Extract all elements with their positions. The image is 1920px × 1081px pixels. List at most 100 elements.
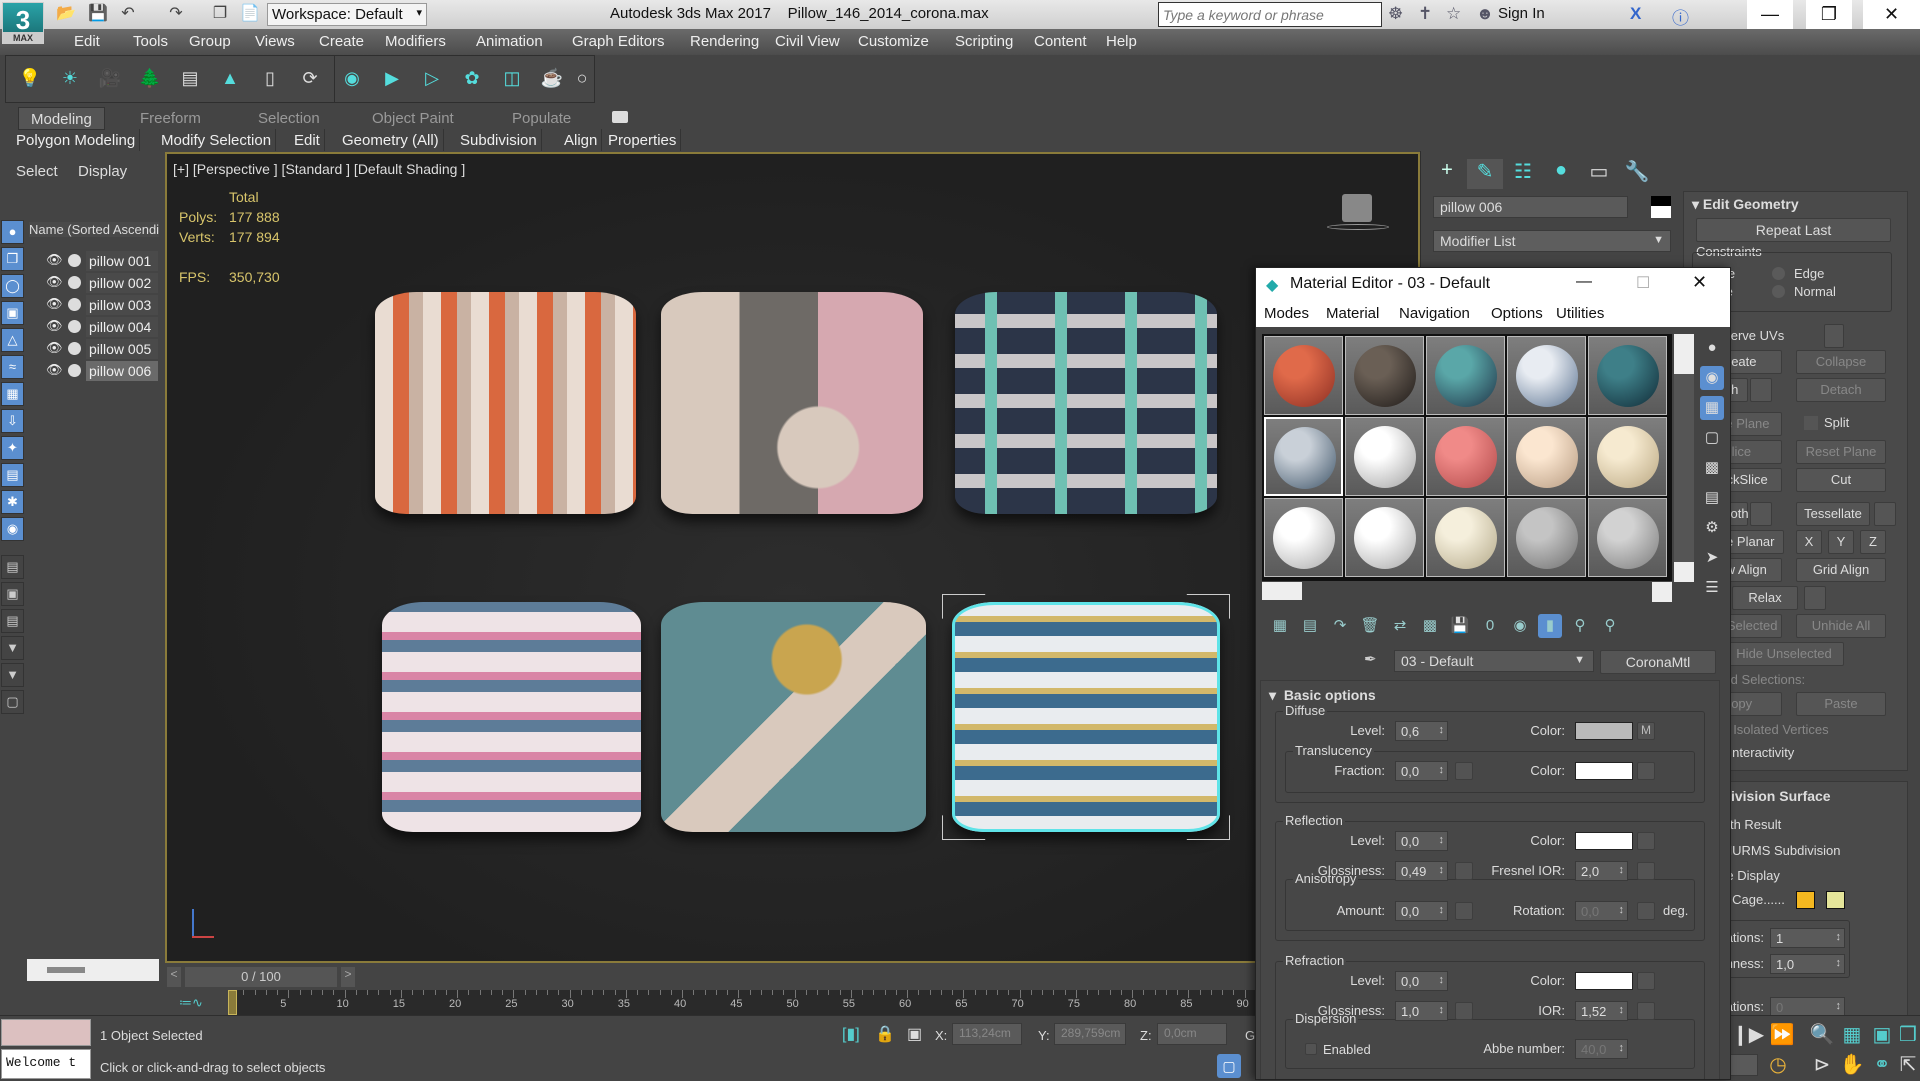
freeze-toggle-icon[interactable]	[68, 320, 81, 333]
hide-unselected-button[interactable]: Hide Unselected	[1724, 642, 1844, 666]
radio-button[interactable]	[1772, 267, 1785, 280]
column-header-name[interactable]: Name (Sorted Ascendi	[29, 222, 159, 237]
filter-icon[interactable]: ▼	[1, 636, 24, 660]
settings-button[interactable]	[1750, 378, 1772, 402]
material-slot[interactable]	[1345, 336, 1424, 415]
pillow-object[interactable]	[661, 292, 923, 514]
menu-help[interactable]: Help	[1106, 33, 1137, 50]
detach-button[interactable]: Detach	[1796, 378, 1886, 402]
slots-scrollbar[interactable]	[1674, 334, 1694, 582]
adaptive-degradation-icon[interactable]: ▢	[1217, 1054, 1241, 1078]
edit-geometry-title[interactable]: ▾ Edit Geometry	[1692, 196, 1799, 213]
layer-dropdown[interactable]	[27, 959, 159, 981]
spacewarp-filter-icon[interactable]: ≈	[1, 355, 24, 379]
translucency-fraction-map-button[interactable]	[1455, 762, 1473, 780]
render-iterations-spinner[interactable]: 0	[1770, 997, 1845, 1017]
freeze-toggle-icon[interactable]	[68, 276, 81, 289]
pan-icon[interactable]: ✋	[1838, 1052, 1866, 1077]
minimize-button[interactable]: —	[1576, 273, 1592, 291]
menu-rendering[interactable]: Rendering	[690, 33, 759, 50]
material-slot[interactable]	[1426, 336, 1505, 415]
refraction-level-spinner[interactable]: 0,0	[1395, 971, 1448, 991]
helper-filter-icon[interactable]: △	[1, 328, 24, 352]
app-logo-button[interactable]: 3 MAX	[2, 2, 44, 44]
assign-material-icon[interactable]: ↷	[1328, 614, 1352, 638]
ribbon-panel-subdivision[interactable]: Subdivision	[456, 129, 542, 151]
isolate-selection-icon[interactable]: [▮]	[842, 1024, 860, 1044]
menu-modifiers[interactable]: Modifiers	[385, 33, 446, 50]
trackbar[interactable]: 051015202530354045505560657075808590	[228, 990, 1257, 1015]
go-to-end-icon[interactable]: ⏩	[1768, 1022, 1796, 1047]
me-menu-navigation[interactable]: Navigation	[1399, 305, 1470, 322]
translucency-color-swatch[interactable]	[1575, 762, 1633, 780]
minimize-button[interactable]: —	[1747, 0, 1793, 29]
save-icon[interactable]: 💾	[1448, 614, 1472, 638]
ribbon-options-icon[interactable]	[612, 111, 628, 123]
tessellate-button[interactable]: Tessellate	[1796, 502, 1870, 526]
background-icon[interactable]: ▦	[1700, 396, 1724, 420]
utilities-tab-icon[interactable]: 🔧	[1619, 159, 1655, 189]
ior-map-button[interactable]	[1637, 1002, 1655, 1020]
redo-icon[interactable]: ↷	[166, 4, 186, 24]
next-frame-button[interactable]: >	[341, 967, 355, 987]
bulb-icon[interactable]: ○	[570, 68, 594, 92]
particle-filter-icon[interactable]: ✱	[1, 490, 24, 514]
sample-type-icon[interactable]: ●	[1700, 336, 1724, 360]
scene-item[interactable]: 👁 pillow 004	[30, 317, 158, 337]
frame-spinner[interactable]	[1730, 1054, 1758, 1076]
material-slot[interactable]	[1588, 417, 1667, 496]
open-file-icon[interactable]: 📂	[56, 4, 76, 24]
eye-icon[interactable]: 👁	[46, 340, 63, 356]
go-to-parent-icon[interactable]: ⚲	[1568, 614, 1592, 638]
prev-frame-button[interactable]: <	[167, 967, 181, 987]
menu-views[interactable]: Views	[255, 33, 295, 50]
orbit-icon[interactable]: ⚭	[1868, 1052, 1896, 1077]
cut-button[interactable]: Cut	[1796, 468, 1886, 492]
z-coordinate[interactable]: 0,0cm	[1157, 1023, 1227, 1045]
me-menu-material[interactable]: Material	[1326, 305, 1379, 322]
interactive-render-icon[interactable]: ▷	[420, 68, 444, 92]
cage-color-1[interactable]	[1796, 891, 1815, 909]
restore-button[interactable]: ❐	[1806, 0, 1852, 29]
material-slot[interactable]	[1345, 498, 1424, 577]
eyedropper-icon[interactable]: ✒	[1364, 650, 1377, 668]
group-filter-icon[interactable]: ▦	[1, 382, 24, 406]
material-slot[interactable]	[1507, 336, 1586, 415]
scene-item[interactable]: 👁 pillow 002	[30, 273, 158, 293]
anisotropy-amount-spinner[interactable]: 0,0	[1395, 901, 1448, 921]
material-slot[interactable]	[1264, 336, 1343, 415]
menu-scripting[interactable]: Scripting	[955, 33, 1013, 50]
frame-buffer-icon[interactable]: ▶	[380, 68, 404, 92]
teapot-icon[interactable]: ☕	[540, 68, 564, 92]
menu-civil-view[interactable]: Civil View	[775, 33, 840, 50]
help-icon[interactable]: ⓘ	[1672, 4, 1689, 29]
user-icon[interactable]: ☻	[1476, 4, 1494, 24]
absolute-mode-icon[interactable]: ▣	[907, 1024, 922, 1044]
put-to-library-icon[interactable]: ▩	[1418, 614, 1442, 638]
time-config-icon[interactable]: ◷	[1764, 1052, 1792, 1077]
pillow-object[interactable]	[382, 602, 641, 832]
reset-plane-button[interactable]: Reset Plane	[1796, 440, 1886, 464]
modify-tab-icon[interactable]: ✎	[1467, 159, 1503, 189]
refraction-map-button[interactable]	[1637, 972, 1655, 990]
relax-button[interactable]: Relax	[1732, 586, 1798, 610]
viewcube[interactable]	[1342, 194, 1372, 222]
preserve-uvs-settings-button[interactable]	[1824, 324, 1844, 348]
motion-tab-icon[interactable]: ●	[1543, 159, 1579, 189]
ribbon-panel-edit[interactable]: Edit	[290, 129, 325, 151]
delete-icon[interactable]: 🗑	[1358, 614, 1382, 638]
reflection-map-button[interactable]	[1637, 832, 1655, 850]
material-slot[interactable]	[1507, 498, 1586, 577]
eye-icon[interactable]: 👁	[46, 252, 63, 268]
lock-icon[interactable]: 🔒	[875, 1024, 895, 1044]
settings-button[interactable]	[1874, 502, 1896, 526]
fresnel-ior-spinner[interactable]: 2,0	[1575, 861, 1628, 881]
material-name-dropdown[interactable]: 03 - Default ▼	[1394, 650, 1594, 672]
object-color-swatch[interactable]	[1651, 196, 1671, 218]
geometry-filter-icon[interactable]: ●	[1, 220, 24, 244]
ribbon-panel-align[interactable]: Align	[560, 129, 603, 151]
sun-icon[interactable]: ☀	[58, 68, 82, 92]
y-coordinate[interactable]: 289,759cm	[1054, 1023, 1126, 1045]
ribbon-panel-properties[interactable]: Properties	[604, 129, 682, 151]
scene-item[interactable]: 👁 pillow 003	[30, 295, 158, 315]
